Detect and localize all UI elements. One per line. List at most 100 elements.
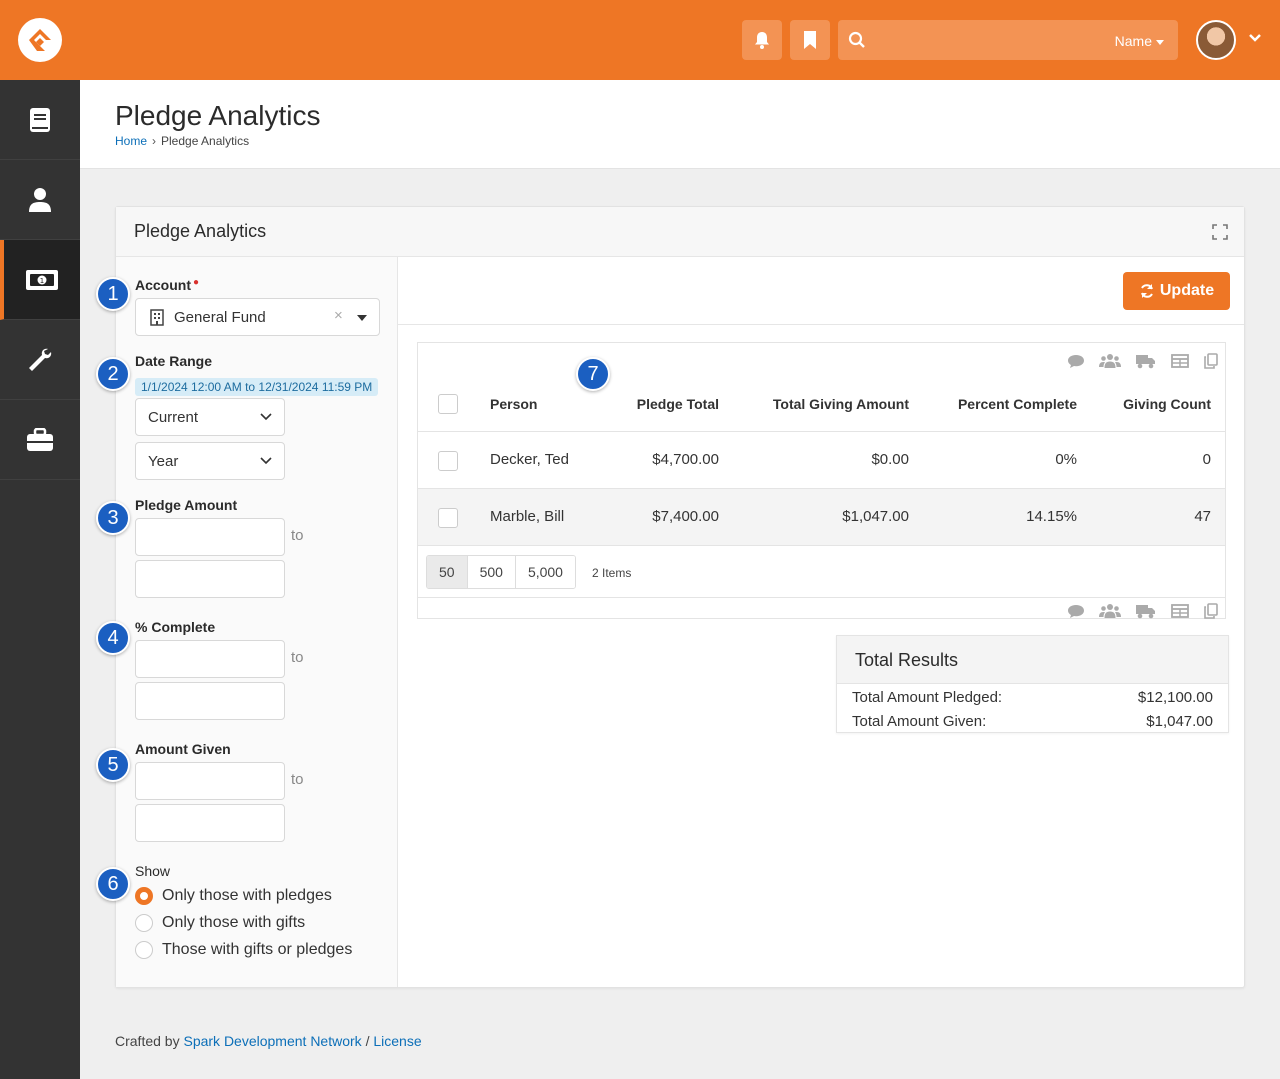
callout-2: 2 (96, 357, 130, 391)
clear-icon[interactable]: × (334, 307, 343, 324)
bookmark-icon (804, 31, 816, 49)
fullscreen-icon[interactable] (1212, 224, 1228, 240)
cell-person: Marble, Bill (490, 508, 565, 525)
column-header-total-giving-amount[interactable]: Total Giving Amount (748, 396, 909, 412)
truck-icon[interactable] (1135, 353, 1157, 369)
user-avatar[interactable] (1196, 20, 1236, 60)
notification-bell-button[interactable] (742, 20, 782, 60)
date-range-unit-select[interactable]: Year (135, 442, 285, 480)
person-icon (29, 187, 51, 212)
table-icon[interactable] (1171, 353, 1189, 369)
chevron-down-icon[interactable] (1248, 33, 1262, 43)
percent-complete-max-input[interactable] (135, 682, 285, 720)
callout-1: 1 (96, 277, 130, 311)
group-icon[interactable] (1099, 353, 1121, 369)
breadcrumb: Home › Pledge Analytics (115, 134, 249, 148)
table-icon[interactable] (1171, 603, 1189, 619)
range-to-label: to (291, 527, 304, 544)
column-header-giving-count[interactable]: Giving Count (1098, 396, 1211, 412)
comment-icon[interactable] (1067, 353, 1085, 369)
total-pledged-label: Total Amount Pledged: (852, 689, 1003, 706)
grid-actions-bottom (1067, 603, 1219, 619)
refresh-icon (1140, 284, 1153, 298)
bell-icon (755, 32, 769, 49)
date-range-unit-value: Year (148, 453, 179, 470)
chevron-down-icon (260, 413, 272, 421)
pledge-amount-max-input[interactable] (135, 560, 285, 598)
show-label: Show (135, 863, 171, 879)
bookmarks-button[interactable] (790, 20, 830, 60)
row-checkbox[interactable] (438, 451, 458, 471)
column-header-pledge-total[interactable]: Pledge Total (598, 396, 719, 412)
copy-icon[interactable] (1203, 603, 1219, 619)
truck-icon[interactable] (1135, 603, 1157, 619)
date-range-summary: 1/1/2024 12:00 AM to 12/31/2024 11:59 PM (135, 378, 379, 396)
table-row[interactable]: Decker, Ted $4,700.00 $0.00 0% 0 (418, 432, 1225, 489)
cell-giving-count: 0 (1202, 451, 1211, 468)
show-radio-gifts[interactable] (135, 914, 153, 932)
account-picker[interactable]: General Fund × (135, 298, 380, 336)
total-pledged-row: Total Amount Pledged: $12,100.00 (852, 689, 1213, 706)
footer: Crafted by Spark Development Network / L… (115, 1033, 422, 1049)
search-scope-dropdown[interactable]: Name (1115, 33, 1164, 49)
amount-given-max-input[interactable] (135, 804, 285, 842)
range-to-label: to (291, 649, 304, 666)
breadcrumb-home-link[interactable]: Home (115, 134, 147, 148)
cell-person: Decker, Ted (490, 451, 569, 468)
top-bar: Name (0, 0, 1280, 80)
show-option-gifts-or-pledges-label[interactable]: Those with gifts or pledges (162, 941, 352, 959)
sidebar-item-finance[interactable]: 1 (0, 240, 80, 320)
chevron-right-icon: › (152, 134, 157, 148)
percent-complete-min-input[interactable] (135, 640, 285, 678)
search-bar[interactable]: Name (838, 20, 1178, 60)
show-option-gifts-label[interactable]: Only those with gifts (162, 914, 305, 932)
divider (418, 597, 1225, 598)
comment-icon[interactable] (1067, 603, 1085, 619)
group-icon[interactable] (1099, 603, 1121, 619)
total-pledged-value: $12,100.00 (1137, 689, 1213, 706)
update-button[interactable]: Update (1123, 272, 1230, 310)
page-size-5000[interactable]: 5,000 (515, 556, 575, 588)
date-range-period-select[interactable]: Current (135, 398, 285, 436)
cell-total-giving-amount: $0.00 (871, 451, 909, 468)
svg-text:1: 1 (40, 277, 44, 285)
callout-5: 5 (96, 748, 130, 782)
footer-org-link[interactable]: Spark Development Network (183, 1033, 361, 1049)
footer-prefix: Crafted by (115, 1033, 180, 1049)
building-icon (150, 309, 164, 326)
rock-logo-icon[interactable] (18, 18, 62, 62)
pledge-amount-min-input[interactable] (135, 518, 285, 556)
chevron-down-icon (260, 457, 272, 465)
callout-3: 3 (96, 501, 130, 535)
grid-actions-top (1067, 353, 1219, 369)
footer-license-link[interactable]: License (373, 1033, 421, 1049)
page-size-50[interactable]: 50 (427, 556, 468, 588)
column-header-person[interactable]: Person (490, 396, 537, 412)
amount-given-min-input[interactable] (135, 762, 285, 800)
show-radio-pledges[interactable] (135, 887, 153, 905)
pledge-analytics-panel: Pledge Analytics Account ● General Fund ×… (115, 206, 1245, 988)
callout-6: 6 (96, 867, 130, 901)
account-label: Account ● (135, 277, 200, 293)
sidebar-item-books[interactable] (0, 80, 80, 160)
table-row[interactable]: Marble, Bill $7,400.00 $1,047.00 14.15% … (418, 489, 1225, 546)
copy-icon[interactable] (1203, 353, 1219, 369)
grid-header-row: Person Pledge Total Total Giving Amount … (418, 375, 1225, 432)
cell-total-giving-amount: $1,047.00 (842, 508, 909, 525)
show-radio-gifts-or-pledges[interactable] (135, 941, 153, 959)
page-size-500[interactable]: 500 (467, 556, 516, 588)
caret-down-icon[interactable] (357, 315, 367, 321)
filter-sidebar: Account ● General Fund × Date Range 1/1/2… (116, 257, 398, 987)
sidebar-item-jobs[interactable] (0, 400, 80, 480)
sidebar-item-people[interactable] (0, 160, 80, 240)
panel-title: Pledge Analytics (134, 221, 267, 241)
column-header-percent-complete[interactable]: Percent Complete (938, 396, 1077, 412)
row-checkbox[interactable] (438, 508, 458, 528)
book-icon (30, 107, 50, 132)
callout-7: 7 (576, 357, 610, 391)
account-value: General Fund (174, 309, 266, 326)
show-option-pledges-label[interactable]: Only those with pledges (162, 887, 332, 905)
sidebar-item-admin-tools[interactable] (0, 320, 80, 400)
select-all-checkbox[interactable] (438, 394, 458, 414)
cell-percent-complete: 14.15% (1026, 508, 1077, 525)
